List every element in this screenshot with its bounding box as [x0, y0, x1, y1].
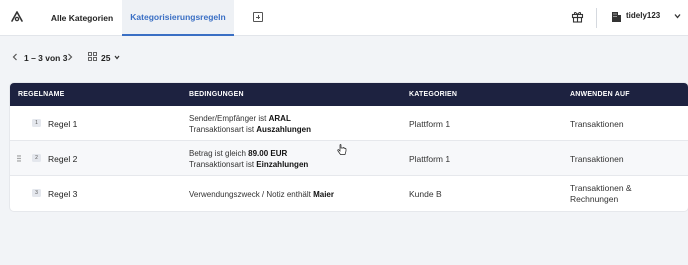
- condition-line: Transaktionsart ist Einzahlungen: [189, 160, 309, 169]
- rule-number-badge: 1: [32, 119, 41, 127]
- apply-to: Transaktionen: [570, 119, 624, 129]
- apply-to-line: Rechnungen: [570, 194, 619, 204]
- table-header: REGELNAME BEDINGUNGEN KATEGORIEN ANWENDE…: [10, 83, 688, 106]
- category: Kunde B: [409, 189, 442, 199]
- pagination-range: 1 – 3 von 3: [24, 53, 68, 63]
- hand-cursor-icon: [337, 144, 347, 155]
- column-header-apply-to[interactable]: ANWENDEN AUF: [570, 91, 630, 98]
- account-name[interactable]: tidely123: [626, 11, 660, 20]
- logo-icon[interactable]: [9, 9, 25, 25]
- rule-name: Regel 3: [48, 189, 78, 199]
- tab-categorization-rules[interactable]: Kategorisierungsregeln: [122, 0, 234, 36]
- gift-icon[interactable]: [571, 10, 584, 23]
- chevron-down-icon[interactable]: [114, 55, 120, 60]
- chevron-right-icon[interactable]: [67, 53, 73, 61]
- column-header-conditions[interactable]: BEDINGUNGEN: [189, 91, 244, 98]
- apply-to-line: Transaktionen &: [570, 183, 632, 193]
- table-row[interactable]: 3 Regel 3 Verwendungszweck / Notiz enthä…: [10, 176, 688, 211]
- divider: [596, 8, 597, 28]
- chevron-left-icon[interactable]: [12, 53, 18, 61]
- condition-line: Sender/Empfänger ist ARAL: [189, 114, 291, 123]
- condition-line: Betrag ist gleich 89.00 EUR: [189, 149, 288, 158]
- rule-number-badge: 3: [32, 189, 41, 197]
- condition-line: Verwendungszweck / Notiz enthält Maier: [189, 190, 334, 199]
- apply-to: Transaktionen: [570, 154, 624, 164]
- rule-name: Regel 2: [48, 154, 78, 164]
- condition-line: Transaktionsart ist Auszahlungen: [189, 125, 311, 134]
- building-icon: [612, 12, 621, 22]
- table-row[interactable]: 2 Regel 2 Betrag ist gleich 89.00 EUR Tr…: [10, 141, 688, 176]
- table-row[interactable]: 1 Regel 1 Sender/Empfänger ist ARAL Tran…: [10, 106, 688, 141]
- chevron-down-icon[interactable]: [674, 13, 681, 19]
- top-bar: Alle Kategorien Kategorisierungsregeln t…: [0, 0, 688, 36]
- per-page-select[interactable]: 25: [101, 53, 110, 63]
- rule-name: Regel 1: [48, 119, 78, 129]
- category: Plattform 1: [409, 154, 451, 164]
- tab-all-categories[interactable]: Alle Kategorien: [42, 0, 122, 36]
- add-tab-icon[interactable]: [253, 12, 263, 22]
- apply-to: Transaktionen & Rechnungen: [570, 183, 632, 205]
- column-header-rule-name[interactable]: REGELNAME: [18, 91, 65, 98]
- drag-handle-icon[interactable]: [17, 155, 21, 162]
- category: Plattform 1: [409, 119, 451, 129]
- grid-icon[interactable]: [88, 52, 97, 61]
- column-header-categories[interactable]: KATEGORIEN: [409, 91, 457, 98]
- rules-table: REGELNAME BEDINGUNGEN KATEGORIEN ANWENDE…: [10, 83, 688, 211]
- rule-number-badge: 2: [32, 154, 41, 162]
